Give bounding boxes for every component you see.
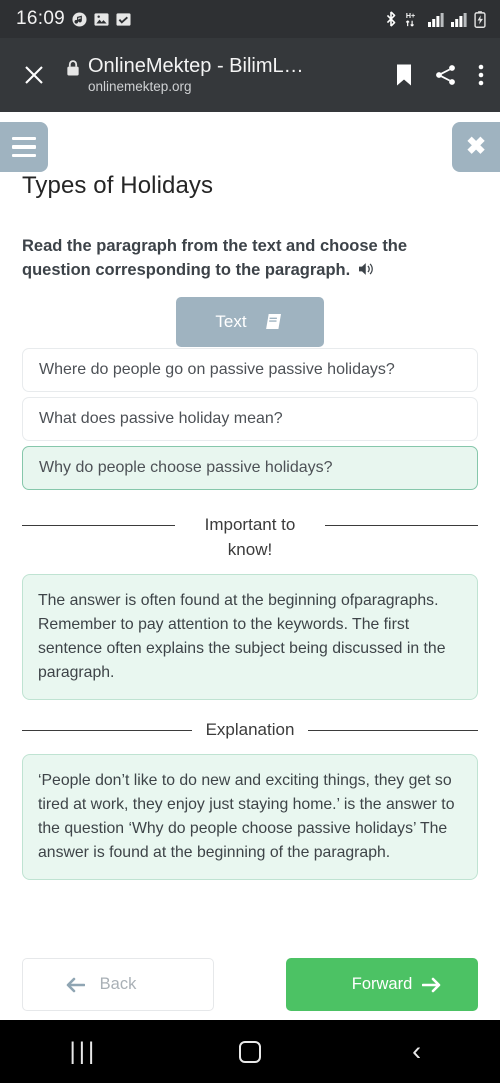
section-header: Explanation	[22, 717, 478, 742]
lesson-navigation: Back Forward	[22, 958, 478, 1011]
answer-option[interactable]: Where do people go on passive passive ho…	[22, 348, 478, 392]
music-note-icon	[72, 11, 87, 27]
divider-right	[325, 525, 478, 526]
forward-button[interactable]: Forward	[286, 958, 478, 1011]
hamburger-icon-bar	[12, 153, 36, 158]
divider-left	[22, 730, 192, 731]
home-icon	[238, 1040, 261, 1063]
section-title: Explanation	[205, 720, 295, 739]
hamburger-icon-bar	[12, 145, 36, 149]
recents-icon: |||	[69, 1037, 98, 1065]
bookmark-icon[interactable]	[394, 63, 414, 87]
hplus-data-icon: H+	[405, 11, 421, 27]
recents-button[interactable]: |||	[43, 1038, 123, 1066]
answer-options-list: Where do people go on passive passive ho…	[22, 348, 478, 495]
page-title-toolbar: OnlineMektep - BilimL…	[88, 55, 304, 77]
status-bar-right: H+	[384, 10, 486, 28]
section-header: Important to know!	[22, 512, 478, 562]
answer-option-selected[interactable]: Why do people choose passive holidays?	[22, 446, 478, 490]
back-chevron-icon: ‹	[412, 1036, 422, 1066]
important-to-know-section: Important to know! The answer is often f…	[22, 512, 478, 700]
close-icon: ✖	[465, 133, 487, 160]
phone-screen: 16:09 H+ OnlineMektep - BilimL… onlineme…	[0, 0, 500, 1083]
back-button-label: Back	[99, 975, 137, 993]
important-to-know-body: The answer is often found at the beginni…	[22, 574, 478, 700]
clock: 16:09	[16, 8, 66, 29]
divider-left	[22, 525, 175, 526]
back-button[interactable]: Back	[22, 958, 214, 1011]
status-bar-left: 16:09	[16, 8, 131, 30]
checkbox-icon	[116, 12, 131, 27]
toolbar-actions	[394, 63, 488, 87]
question-prompt: Read the paragraph from the text and cho…	[22, 234, 462, 284]
text-toggle-button[interactable]: Text	[176, 297, 324, 347]
answer-option-label: Where do people go on passive passive ho…	[39, 361, 395, 378]
explanation-section: Explanation ‘People don’t like to do new…	[22, 717, 478, 880]
android-nav-bar: ||| ‹	[0, 1020, 500, 1083]
menu-button[interactable]	[0, 122, 48, 172]
android-status-bar: 16:09 H+	[0, 0, 500, 38]
browser-toolbar: OnlineMektep - BilimL… onlinemektep.org	[0, 38, 500, 112]
answer-option-label: Why do people choose passive holidays?	[39, 459, 333, 476]
answer-option-label: What does passive holiday mean?	[39, 410, 283, 427]
svg-text:H+: H+	[406, 12, 415, 20]
divider-right	[308, 730, 478, 731]
page-url: onlinemektep.org	[88, 79, 192, 94]
web-page-content: ✖ Types of Holidays Read the paragraph f…	[0, 112, 500, 1020]
back-nav-button[interactable]: ‹	[377, 1038, 457, 1065]
battery-charging-icon	[474, 10, 486, 28]
home-button[interactable]	[210, 1040, 290, 1063]
answer-option[interactable]: What does passive holiday mean?	[22, 397, 478, 441]
overflow-menu-icon[interactable]	[478, 63, 484, 87]
bluetooth-icon	[384, 11, 398, 27]
question-prompt-text: Read the paragraph from the text and cho…	[22, 237, 408, 279]
arrow-left-icon	[65, 977, 85, 993]
close-icon	[25, 66, 43, 84]
close-tab-button[interactable]	[14, 63, 54, 87]
book-icon	[263, 312, 285, 332]
address-bar[interactable]: OnlineMektep - BilimL… onlinemektep.org	[54, 54, 394, 96]
text-button-label: Text	[215, 312, 247, 331]
section-title: Important to know!	[204, 515, 296, 559]
signal-bars-2-icon	[451, 12, 467, 27]
signal-bars-icon	[428, 12, 444, 27]
close-lesson-button[interactable]: ✖	[452, 122, 500, 172]
hamburger-icon-bar	[12, 136, 36, 141]
lock-icon	[66, 60, 80, 76]
speaker-icon[interactable]	[358, 260, 376, 284]
share-icon[interactable]	[434, 63, 458, 87]
arrow-right-icon	[422, 977, 442, 993]
forward-button-label: Forward	[351, 975, 413, 993]
explanation-body: ‘People don’t like to do new and excitin…	[22, 754, 478, 880]
page-title: Types of Holidays	[22, 172, 214, 199]
image-icon	[94, 12, 109, 27]
